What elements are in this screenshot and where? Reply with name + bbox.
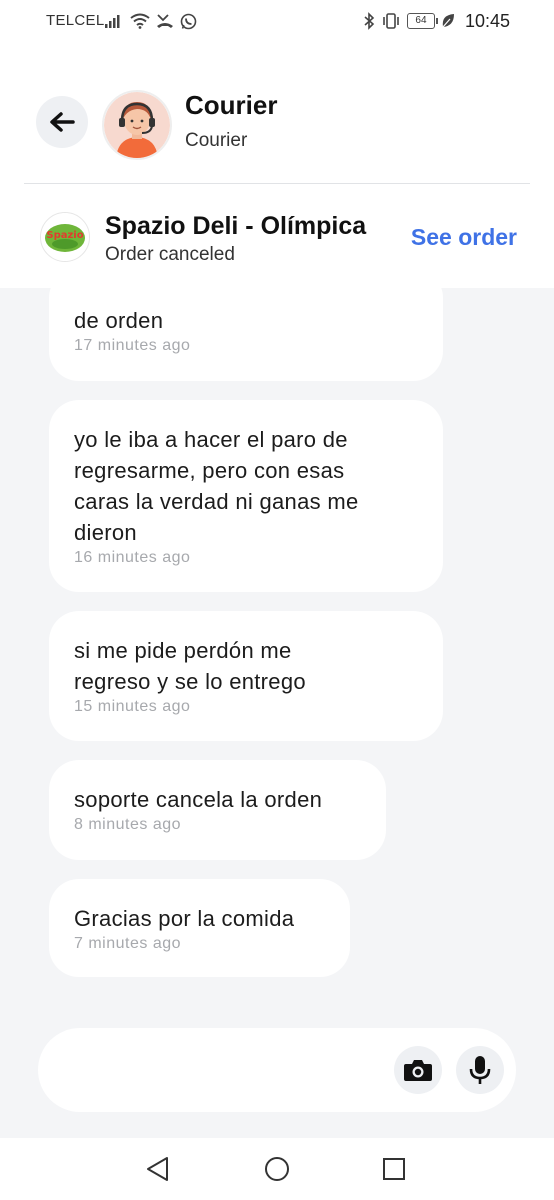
courier-avatar-icon [104,92,170,158]
message-list[interactable]: de orden 17 minutes ago yo le iba a hace… [0,288,554,1138]
message-time: 15 minutes ago [74,698,191,715]
arrow-left-icon [50,112,75,132]
message-line: Gracias por la comida [74,906,295,931]
message-bubble: soporte cancela la orden 8 minutes ago [49,760,386,860]
message-composer[interactable] [38,1028,516,1112]
message-line: de orden [74,308,164,333]
courier-avatar[interactable] [102,90,172,160]
message-bubble: de orden 17 minutes ago [49,288,443,381]
order-status: Order canceled [105,244,235,265]
camera-button[interactable] [394,1046,442,1094]
message-line: soporte cancela la orden [74,787,323,812]
message-time: 8 minutes ago [74,816,182,833]
missed-call-icon [157,14,173,28]
signal-icon [105,15,120,28]
spazio-logo-icon: Spazio [41,213,89,261]
message-text: de orden [74,288,418,336]
vibrate-icon [383,13,399,29]
back-button[interactable] [36,96,88,148]
message-line: si me pide perdón me [74,638,292,663]
store-logo: Spazio [40,212,90,262]
clock: 10:45 [464,10,510,31]
message-text-cut [74,288,418,305]
message-line: caras la verdad ni ganas me [74,489,359,514]
status-icons-right: 64 10:45 [363,10,510,32]
message-time: 16 minutes ago [74,549,191,566]
message-line: yo le iba a hacer el paro de [74,427,348,452]
message-line: regreso y se lo entrego [74,669,306,694]
order-bar: Spazio Spazio Deli - Olímpica Order canc… [0,184,554,288]
message-line: dieron [74,520,137,545]
message-text: si me pide perdón me regreso y se lo ent… [74,635,418,697]
contact-subtitle: Courier [185,130,248,151]
message-text: soporte cancela la orden [74,784,361,815]
battery-icon: 64 [406,13,438,29]
message-bubble: si me pide perdón me regreso y se lo ent… [49,611,443,741]
message-text: yo le iba a hacer el paro de regresarme,… [74,424,418,548]
status-bar: TELCEL 64 10:45 [0,0,554,44]
bluetooth-icon [364,12,375,30]
store-name: Spazio Deli - Olímpica [105,212,367,240]
microphone-button[interactable] [456,1046,504,1094]
system-navigation-bar [0,1138,554,1200]
message-time: 17 minutes ago [74,337,191,354]
wifi-icon [130,13,150,29]
home-circle-icon[interactable] [264,1156,290,1182]
see-order-link[interactable]: See order [411,224,517,251]
back-triangle-icon[interactable] [145,1156,171,1182]
contact-title: Courier [185,90,278,120]
microphone-icon [469,1056,491,1084]
carrier-name: TELCEL [46,12,105,29]
message-bubble: Gracias por la comida 7 minutes ago [49,879,350,977]
camera-icon [404,1060,432,1081]
whatsapp-icon [180,13,197,29]
status-icons-left [104,10,197,32]
leaf-icon [442,14,454,28]
message-time: 7 minutes ago [74,935,182,952]
message-text: Gracias por la comida [74,903,325,934]
chat-header: Courier Courier [0,44,554,184]
store-logo-text: Spazio [46,230,83,241]
message-bubble: yo le iba a hacer el paro de regresarme,… [49,400,443,592]
recents-square-icon[interactable] [382,1157,406,1181]
message-line: regresarme, pero con esas [74,458,345,483]
